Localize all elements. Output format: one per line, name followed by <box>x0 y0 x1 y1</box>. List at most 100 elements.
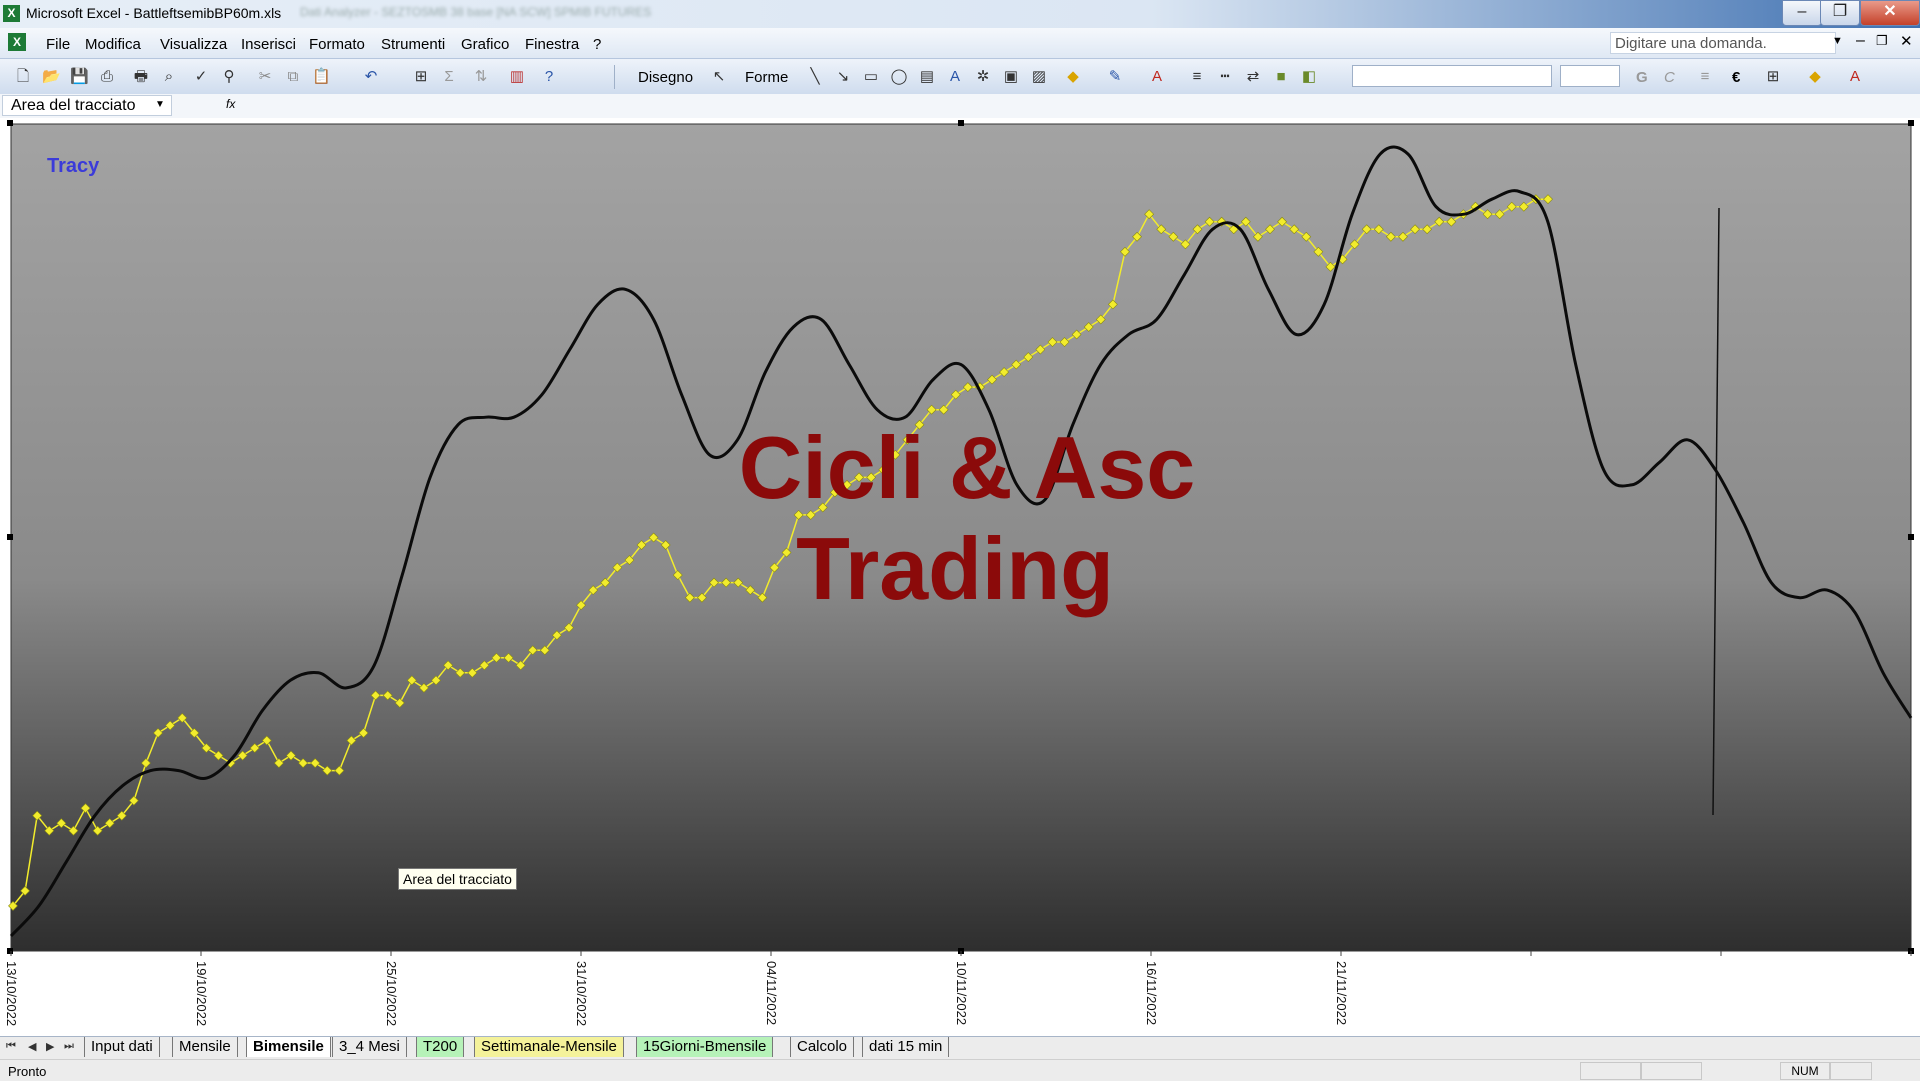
forme-button[interactable]: Forme <box>745 69 788 86</box>
textbox-icon[interactable]: ▤ <box>918 68 936 86</box>
restore-button[interactable]: ❐ <box>1820 0 1860 26</box>
borders-icon[interactable]: ⊞ <box>1764 68 1782 86</box>
arrow-icon[interactable]: ↘ <box>834 68 852 86</box>
fill-color-icon[interactable]: ◆ <box>1064 68 1082 86</box>
close-button[interactable]: ✕ <box>1860 0 1920 26</box>
name-box[interactable]: Area del tracciato <box>2 95 172 116</box>
insert-hyperlink-icon[interactable]: ⊞ <box>412 68 430 86</box>
watermark-line1: Cicli & Asc <box>739 418 1195 517</box>
help-search-input[interactable]: Digitare una domanda. <box>1610 32 1836 54</box>
save-icon[interactable]: 💾 <box>70 68 89 86</box>
doc-minimize-icon[interactable]: – <box>1856 32 1865 50</box>
sheet-tab[interactable]: 3_4 Mesi <box>332 1037 407 1057</box>
sheet-tab[interactable]: 15Giorni-Bmensile <box>636 1037 774 1057</box>
status-box-caps <box>1580 1062 1642 1080</box>
help-icon[interactable]: ? <box>540 68 558 86</box>
dash-style-icon[interactable]: ┅ <box>1216 68 1234 86</box>
wordart-icon[interactable]: A <box>946 68 964 86</box>
bold-button[interactable]: G <box>1636 69 1648 86</box>
rectangle-icon[interactable]: ▭ <box>862 68 880 86</box>
last-sheet-icon[interactable]: ⏭ <box>64 1040 74 1053</box>
x-axis-tick-label: 13/10/2022 <box>4 961 19 1026</box>
sheet-tab[interactable]: Mensile <box>172 1037 238 1057</box>
excel-app-icon[interactable]: X <box>3 5 20 22</box>
chevron-down-icon[interactable]: ▼ <box>1832 35 1843 47</box>
euro-button[interactable]: € <box>1732 69 1740 86</box>
italic-button[interactable]: C <box>1664 69 1675 86</box>
sheet-tab[interactable]: Input dati <box>84 1037 160 1057</box>
menu-visualizza[interactable]: Visualizza <box>160 36 227 53</box>
sheet-tab[interactable]: Settimanale-Mensile <box>474 1037 624 1057</box>
next-sheet-icon[interactable]: ▶ <box>46 1040 54 1053</box>
x-axis-tick-label: 04/11/2022 <box>764 961 779 1025</box>
doc-restore-icon[interactable]: ❐ <box>1876 33 1888 49</box>
menu-file[interactable]: File <box>46 36 70 53</box>
num-lock-indicator: NUM <box>1791 1064 1819 1078</box>
x-axis-tick-label: 25/10/2022 <box>384 961 399 1026</box>
arrow-style-icon[interactable]: ⇄ <box>1244 68 1262 86</box>
window-title-extra: Dati Analyzer - SEZTOSMB 38 base [NA SCW… <box>300 5 652 19</box>
font-size-combo[interactable] <box>1560 65 1620 87</box>
print-icon[interactable]: 🖶 <box>132 68 150 86</box>
line-style-icon[interactable]: ≡ <box>1188 68 1206 86</box>
undo-icon[interactable]: ↶ <box>362 68 380 86</box>
doc-close-icon[interactable]: ✕ <box>1900 32 1913 50</box>
menu-bar: X File Modifica Visualizza Inserisci For… <box>0 28 1920 59</box>
research-icon[interactable]: ⚲ <box>220 68 238 86</box>
series-label-tracy: Tracy <box>47 155 100 177</box>
select-objects-icon[interactable]: ↖ <box>710 68 728 86</box>
name-box-chevron-down-icon[interactable]: ▼ <box>155 99 165 110</box>
align-center-icon[interactable]: ≡ <box>1696 68 1714 86</box>
watermark-line2: Trading <box>796 519 1114 618</box>
name-box-value: Area del tracciato <box>11 97 136 114</box>
menu-strumenti[interactable]: Strumenti <box>381 36 445 53</box>
x-axis-tick-label: 31/10/2022 <box>574 961 589 1026</box>
sheet-tab[interactable]: Bimensile <box>246 1037 331 1057</box>
sort-icon[interactable]: ⇅ <box>472 68 490 86</box>
tooltip: Area del tracciato <box>398 868 517 890</box>
spelling-icon[interactable]: ✓ <box>192 68 210 86</box>
autosum-icon[interactable]: Σ <box>440 68 458 86</box>
picture-icon[interactable]: ▨ <box>1030 68 1048 86</box>
permission-icon[interactable]: ⎙ <box>98 68 116 86</box>
menu-grafico[interactable]: Grafico <box>461 36 509 53</box>
first-sheet-icon[interactable]: ⏮ <box>6 1040 16 1053</box>
cell-fill-icon[interactable]: ◆ <box>1806 68 1824 86</box>
text-color-icon[interactable]: A <box>1846 68 1864 86</box>
menu-formato[interactable]: Formato <box>309 36 365 53</box>
insert-function-icon[interactable]: fx <box>226 97 235 111</box>
open-folder-icon[interactable]: 📂 <box>42 68 61 86</box>
chart-wizard-icon[interactable]: ▥ <box>508 68 526 86</box>
font-color-icon[interactable]: A <box>1148 68 1166 86</box>
new-file-icon[interactable]: 🗋 <box>14 68 32 86</box>
oval-icon[interactable]: ◯ <box>890 68 908 86</box>
toolbar-separator <box>614 65 615 89</box>
x-axis-tick-label: 19/10/2022 <box>194 961 209 1026</box>
sheet-tab[interactable]: T200 <box>416 1037 465 1057</box>
window-title: Microsoft Excel - BattleftsemibBP60m.xls <box>26 5 282 21</box>
prev-sheet-icon[interactable]: ◀ <box>28 1040 36 1053</box>
menu-modifica[interactable]: Modifica <box>85 36 141 53</box>
font-name-combo[interactable] <box>1352 65 1552 87</box>
chart-area[interactable]: 13/10/2022 19/10/2022 25/10/2022 31/10/2022… <box>0 118 1920 1036</box>
clipart-icon[interactable]: ▣ <box>1002 68 1020 86</box>
line-icon[interactable]: ╲ <box>806 68 824 86</box>
menu-finestra[interactable]: Finestra <box>525 36 579 53</box>
sheet-tab[interactable]: Calcolo <box>790 1037 855 1057</box>
workbook-icon[interactable]: X <box>8 33 26 51</box>
print-preview-icon[interactable]: ⌕ <box>160 68 178 86</box>
disegno-button[interactable]: Disegno <box>638 69 693 86</box>
menu-help[interactable]: ? <box>593 36 601 53</box>
paste-icon[interactable]: 📋 <box>312 68 331 86</box>
line-color-icon[interactable]: ✎ <box>1106 68 1124 86</box>
diagram-icon[interactable]: ✲ <box>974 68 992 86</box>
sheet-tab[interactable]: dati 15 min <box>862 1037 950 1057</box>
minimize-button[interactable]: – <box>1782 0 1822 26</box>
menu-inserisci[interactable]: Inserisci <box>241 36 296 53</box>
status-box-scroll <box>1830 1062 1872 1080</box>
shadow-style-icon[interactable]: ■ <box>1272 68 1290 86</box>
toolbar: 🗋 📂 💾 ⎙ 🖶 ⌕ ✓ ⚲ ✂ ⧉ 📋 ↶ ⊞ Σ ⇅ ▥ ? Disegn… <box>0 59 1920 95</box>
cut-icon[interactable]: ✂ <box>256 68 274 86</box>
copy-icon[interactable]: ⧉ <box>284 68 302 86</box>
3d-style-icon[interactable]: ◧ <box>1300 68 1318 86</box>
